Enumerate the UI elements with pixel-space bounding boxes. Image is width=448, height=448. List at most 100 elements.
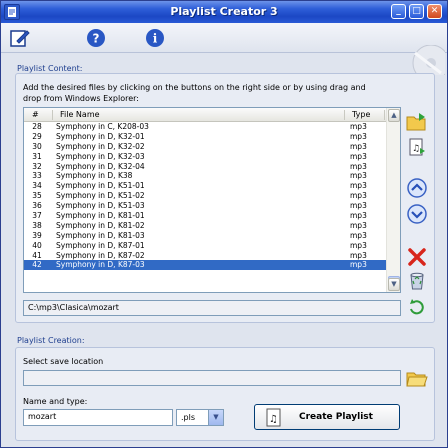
playlist-content-title: Playlist Content: [17,64,83,73]
playlist-name-input[interactable]: mozart [23,409,173,426]
file-list[interactable]: # File Name Type 28 Symphony in C, K208-0… [23,107,401,293]
list-item[interactable]: 41 Symphony in D, K87-02 mp3 [24,251,386,261]
file-name: Symphony in D, K32-03 [56,151,145,161]
file-type: mp3 [350,250,367,260]
scroll-up-button[interactable]: ▲ [388,109,400,122]
file-type: mp3 [350,260,367,270]
column-type[interactable]: Type [352,110,370,119]
add-file-button[interactable]: ♫ [405,136,429,158]
list-item[interactable]: 42 Symphony in D, K87-03 mp3 [24,260,386,271]
list-item[interactable]: 35 Symphony in D, K51-02 mp3 [24,191,386,201]
add-file-icon: ♫ [409,138,425,156]
refresh-folder-button[interactable] [407,297,427,317]
file-type: mp3 [350,161,367,171]
list-item[interactable]: 29 Symphony in D, K32-01 mp3 [24,132,386,142]
list-item[interactable]: 37 Symphony in D, K81-01 mp3 [24,211,386,221]
file-name: Symphony in D, K87-01 [56,240,145,250]
file-name: Symphony in D, K81-01 [56,211,145,221]
list-item[interactable]: 30 Symphony in D, K32-02 mp3 [24,142,386,152]
recycle-bin-icon [410,272,424,290]
list-item[interactable]: 31 Symphony in D, K32-03 mp3 [24,152,386,162]
file-type: mp3 [350,181,367,191]
list-item[interactable]: 36 Symphony in D, K51-03 mp3 [24,201,386,211]
chevron-down-icon[interactable]: ▼ [208,410,223,425]
move-down-icon [407,204,427,224]
move-down-button[interactable] [405,203,429,225]
file-name: Symphony in D, K32-04 [56,161,145,171]
file-name: Symphony in D, K51-03 [56,201,145,211]
track-number: 36 [32,201,42,211]
browse-save-location-button[interactable] [405,367,429,389]
file-name: Symphony in D, K32-01 [56,131,145,141]
track-number: 35 [32,191,42,201]
track-number: 42 [32,260,42,270]
file-name: Symphony in D, K81-02 [56,220,145,230]
list-item[interactable]: 34 Symphony in D, K51-01 mp3 [24,181,386,191]
move-up-button[interactable] [405,177,429,199]
playlist-creation-title: Playlist Creation: [17,336,85,345]
file-type: mp3 [350,201,367,211]
remove-icon [408,248,426,266]
remove-button[interactable] [405,246,429,268]
file-type: mp3 [350,220,367,230]
file-name: Symphony in D, K32-02 [56,141,145,151]
vertical-scrollbar[interactable]: ▲ ▼ [386,108,400,292]
track-number: 41 [32,250,42,260]
folder-path-field: C:\mp3\Clasica\mozart [23,300,401,316]
list-header: # File Name Type [24,108,400,122]
file-name: Symphony in C, K208-03 [56,122,149,131]
playlist-file-icon: ♫ [264,408,284,428]
track-number: 31 [32,151,42,161]
file-type: mp3 [350,171,367,181]
close-button[interactable]: ✕ [427,4,442,19]
list-item[interactable]: 33 Symphony in D, K38 mp3 [24,171,386,181]
info-icon[interactable]: i [144,27,166,49]
save-location-field[interactable] [23,370,401,386]
list-item[interactable]: 40 Symphony in D, K87-01 mp3 [24,241,386,251]
open-folder-icon [406,372,428,387]
svg-text:♫: ♫ [269,414,278,425]
track-number: 33 [32,171,42,181]
track-number: 40 [32,240,42,250]
instructions-text: Add the desired files by clicking on the… [23,83,366,103]
file-name: Symphony in D, K38 [56,171,133,181]
list-item[interactable]: 32 Symphony in D, K32-04 mp3 [24,162,386,172]
file-type: mp3 [350,141,367,151]
track-number: 30 [32,141,42,151]
create-playlist-button[interactable]: ♫ Create Playlist [254,404,400,430]
list-item[interactable]: 38 Symphony in D, K81-02 mp3 [24,221,386,231]
add-folder-icon [406,113,426,131]
file-name: Symphony in D, K87-02 [56,250,145,260]
list-item[interactable]: 39 Symphony in D, K81-03 mp3 [24,231,386,241]
clear-all-button[interactable] [405,270,429,292]
maximize-button[interactable]: □ [409,4,424,19]
file-name: Symphony in D, K81-03 [56,230,145,240]
minimize-button[interactable]: _ [391,4,406,19]
track-number: 29 [32,131,42,141]
scroll-down-button[interactable]: ▼ [388,278,400,291]
file-type: mp3 [350,131,367,141]
list-item[interactable]: 28 Symphony in C, K208-03 mp3 [24,122,386,132]
help-icon[interactable]: ? [85,27,107,49]
add-folder-button[interactable] [405,111,429,133]
disc-logo-icon [405,45,445,75]
column-number[interactable]: # [32,110,39,119]
track-number: 34 [32,181,42,191]
edit-icon[interactable] [9,27,31,49]
file-type: mp3 [350,240,367,250]
svg-text:i: i [153,32,158,46]
playlist-type-select[interactable]: .pls ▼ [176,409,224,426]
title-bar[interactable]: Playlist Creator 3 _ □ ✕ [1,1,447,23]
move-up-icon [407,178,427,198]
window-title: Playlist Creator 3 [170,5,278,18]
create-playlist-label: Create Playlist [299,412,373,422]
file-type: mp3 [350,191,367,201]
file-type: mp3 [350,230,367,240]
file-name: Symphony in D, K87-03 [56,260,145,270]
save-location-label: Select save location [23,357,104,366]
track-number: 37 [32,211,42,221]
svg-text:♫: ♫ [412,144,420,154]
file-type: mp3 [350,151,367,161]
refresh-icon [410,299,424,315]
column-file-name[interactable]: File Name [60,110,100,119]
